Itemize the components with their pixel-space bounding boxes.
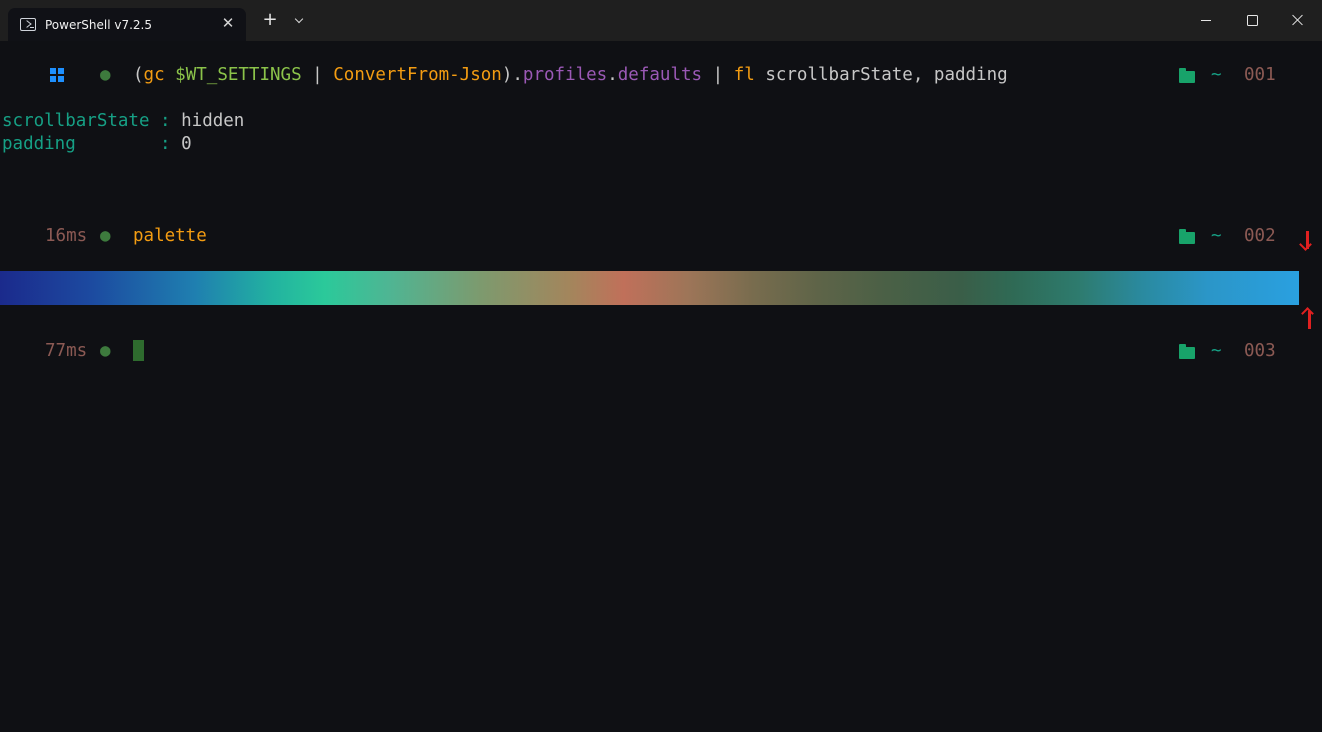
dot: . <box>512 65 523 85</box>
text-cursor[interactable] <box>133 340 144 361</box>
cmd-gc: gc <box>143 65 165 85</box>
close-window-button[interactable] <box>1275 0 1321 41</box>
dot: . <box>607 65 618 85</box>
cmd-fl: fl <box>733 65 755 85</box>
arrow-down-icon <box>1299 231 1314 255</box>
command-line: (gc $WT_SETTINGS | ConvertFrom-Json).pro… <box>133 63 1008 87</box>
output-value: 0 <box>181 134 192 154</box>
cwd-tilde: ~ <box>1211 341 1222 361</box>
status-dot: ● <box>100 341 111 361</box>
windows-logo-icon <box>50 68 64 82</box>
cmd-variable: $WT_SETTINGS <box>175 65 302 85</box>
prompt-index: 001 <box>1244 65 1276 85</box>
output-key: scrollbarState <box>2 111 150 131</box>
pipe: | <box>312 65 323 85</box>
tab-title: PowerShell v7.2.5 <box>45 18 153 32</box>
scrollbar-area <box>1299 227 1322 347</box>
cmd-args: scrollbarState, padding <box>765 65 1008 85</box>
maximize-button[interactable] <box>1229 0 1275 41</box>
close-tab-button[interactable]: ✕ <box>220 14 236 32</box>
prompt-index: 003 <box>1244 341 1276 361</box>
output-row: scrollbarState : hidden <box>2 109 244 133</box>
powershell-icon <box>20 18 36 31</box>
palette-gradient-bar <box>0 271 1299 305</box>
output-row: padding : 0 <box>2 132 192 156</box>
terminal-pane[interactable]: ● (gc $WT_SETTINGS | ConvertFrom-Json).p… <box>0 41 1322 732</box>
command-line: palette <box>133 226 207 246</box>
output-sep: : <box>149 134 182 154</box>
output-key: padding <box>2 134 150 154</box>
cmd-property: defaults <box>617 65 703 85</box>
cmd-cmdlet: ConvertFrom-Json <box>333 65 502 85</box>
folder-icon <box>1179 229 1195 244</box>
duration: 16ms <box>45 226 88 246</box>
minimize-button[interactable] <box>1183 0 1229 41</box>
status-dot: ● <box>100 226 111 246</box>
duration: 77ms <box>45 341 88 361</box>
status-dot: ● <box>100 65 111 85</box>
folder-icon <box>1179 68 1195 83</box>
paren-close: ) <box>501 65 513 85</box>
arrow-up-icon <box>1301 307 1316 331</box>
folder-icon <box>1179 344 1195 359</box>
cwd-tilde: ~ <box>1211 65 1222 85</box>
new-tab-button[interactable]: + <box>260 10 280 30</box>
paren-open: ( <box>133 65 144 85</box>
pipe: | <box>712 65 724 85</box>
cmd-property: profiles <box>522 65 608 85</box>
output-value: hidden <box>181 111 245 131</box>
prompt-index: 002 <box>1244 226 1276 246</box>
chevron-down-icon[interactable] <box>289 10 309 30</box>
tab-powershell[interactable]: PowerShell v7.2.5 ✕ <box>8 8 246 41</box>
cwd-tilde: ~ <box>1211 226 1222 246</box>
output-sep: : <box>149 111 182 131</box>
title-bar: PowerShell v7.2.5 ✕ + <box>0 0 1322 41</box>
